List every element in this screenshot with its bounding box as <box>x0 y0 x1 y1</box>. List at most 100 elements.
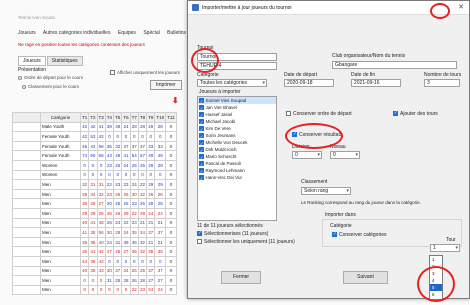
player-list-item[interactable]: Sorin Jeumans <box>198 132 276 139</box>
suivant-button[interactable]: Suivant <box>343 271 388 284</box>
table-row[interactable]: Men 35 38 40 24 31 38 36 32 21 21 0 <box>12 236 177 248</box>
tab-joueurs[interactable]: Joueurs <box>18 56 46 66</box>
table-row[interactable]: Men 30 28 27 20 26 25 23 26 28 28 0 <box>12 198 177 209</box>
table-row[interactable]: Men 26 41 42 27 25 27 36 32 35 35 0 <box>12 246 177 257</box>
select-all-checkbox[interactable]: Sélectionnerises (11 joueurs) <box>197 230 268 237</box>
radio-ordre-depart[interactable]: Ordre de départ pour le cours <box>18 75 83 80</box>
table-row[interactable]: Men 0 0 0 0 0 0 22 23 24 24 0 <box>12 284 177 296</box>
checkbox-icon <box>332 231 337 238</box>
table-row[interactable]: Women 0 0 0 0 0 0 0 0 0 0 0 <box>12 169 177 181</box>
table-row[interactable]: Female Youth 46 43 58 35 32 37 37 37 33 33 0 <box>12 140 177 152</box>
table-cell: 43 <box>88 140 98 152</box>
table-cell: 22 <box>129 207 139 219</box>
player-list-item[interactable]: Sorinel Vies Soupad <box>198 97 276 104</box>
player-list-item[interactable]: Dirk Muldcroich <box>198 146 276 153</box>
table-row[interactable]: Men 40 41 48 26 24 22 23 21 21 21 0 <box>12 217 177 229</box>
date-depart-field[interactable]: 2020-09-18 <box>284 79 334 87</box>
table-cell: 36 <box>129 236 139 248</box>
table-row[interactable]: Men 40 39 43 30 37 34 26 25 37 37 0 <box>12 265 177 277</box>
bg-menu-equipes[interactable]: Equipes <box>118 30 136 36</box>
table-row[interactable]: Men 32 31 31 22 23 23 24 22 29 29 0 <box>12 179 177 190</box>
bg-menu-bulletins[interactable]: Bulletins <box>167 30 186 36</box>
club-field[interactable]: Gbangare <box>332 61 457 69</box>
table-cell: 0 <box>165 275 177 286</box>
player-list-item[interactable]: Hussef Jasiel <box>198 111 276 118</box>
checkbox-icon[interactable] <box>199 119 204 125</box>
table-cell: 0 <box>165 198 177 209</box>
checkbox-icon <box>286 111 291 117</box>
table-row[interactable]: Female Youth 74 60 56 43 49 41 54 57 49 49 0 <box>12 150 177 161</box>
annotation-ring-conserver <box>285 123 343 149</box>
ajouter-tours-checkbox[interactable]: Ajouter des tours <box>393 110 438 117</box>
tab-statistiques[interactable]: Statistiques <box>46 56 83 66</box>
checkbox-icon[interactable] <box>199 154 204 160</box>
table-row[interactable]: Men 0 0 0 31 25 28 26 28 27 27 0 <box>12 275 177 286</box>
table-row[interactable]: Male Youth 42 42 41 38 38 24 28 28 29 28 0 <box>12 121 177 133</box>
tour-select[interactable]: 1 <box>430 244 460 252</box>
table-row[interactable]: Female Youth 42 53 42 0 0 0 0 0 0 0 0 <box>12 131 177 142</box>
table-cell: 23 <box>104 159 115 171</box>
table-cell: 25 <box>113 159 123 171</box>
division-select[interactable]: 0 <box>292 151 322 159</box>
print-button[interactable]: Imprimer <box>150 80 182 90</box>
player-list-item[interactable]: Kim De Vere <box>198 125 276 132</box>
fermer-button[interactable]: Fermer <box>221 271 261 284</box>
table-row[interactable]: Men 44 36 42 0 0 0 0 0 0 0 0 <box>12 255 177 267</box>
table-cell: 29 <box>146 179 156 190</box>
player-list-item[interactable]: Raymond Lehmann <box>198 167 276 174</box>
table-cell: 74 <box>79 150 90 161</box>
player-list-item[interactable]: Pascal de Passoli <box>198 160 276 167</box>
player-list-item[interactable]: Jan Vier Bhavel <box>198 104 276 111</box>
checkbox-icon[interactable] <box>199 105 204 111</box>
classement-select[interactable]: Selon rang <box>301 187 351 195</box>
table-row[interactable]: Men 41 35 56 30 28 24 35 34 37 37 0 <box>12 227 177 238</box>
players-list[interactable]: Sorinel Vies Soupad Jan Vier Bhavel Hussef… <box>197 96 277 221</box>
tours-field[interactable]: 3 <box>424 79 460 87</box>
only-players-checkbox[interactable]: Afficher uniquement les joueurs <box>110 70 180 76</box>
radio-classement[interactable]: Classement pour le cours <box>22 84 79 89</box>
table-cell: Women <box>40 169 81 181</box>
select-only-checkbox[interactable]: Sélectionner les uniquement (11 joueurs) <box>197 239 295 245</box>
table-row[interactable]: Women 0 0 0 23 25 24 25 26 29 29 0 <box>12 159 177 171</box>
player-name: Dirk Muldcroich <box>205 147 237 152</box>
player-list-item[interactable]: Michelle Von Deucek <box>198 139 276 146</box>
bg-menu-joueurs[interactable]: Joueurs <box>18 30 36 36</box>
category-select[interactable]: Toutes les catégories <box>197 79 267 87</box>
bg-menu-autres[interactable]: Autres catégories individuelles <box>43 30 111 36</box>
conserver-categories-checkbox[interactable]: Conserver catégories <box>332 231 387 238</box>
checkbox-icon[interactable] <box>199 133 204 139</box>
table-cell: 0 <box>79 275 90 286</box>
table-cell: 21 <box>154 217 167 229</box>
checkbox-icon[interactable] <box>199 126 204 132</box>
niveau-select[interactable]: 0 <box>330 151 360 159</box>
checkbox-icon[interactable] <box>199 140 204 146</box>
table-cell: 28 <box>154 198 167 209</box>
table-row[interactable]: Men 39 34 32 23 26 26 30 32 26 26 0 <box>12 188 177 200</box>
table-header-row: Catégorie T1 T2 T3 T4 T5 T6 T7 T8 T9 T10 T11 <box>12 112 177 123</box>
table-cell: 38 <box>121 236 131 248</box>
bg-menu-special[interactable]: Spécial <box>143 30 159 36</box>
checkbox-icon[interactable] <box>199 175 204 181</box>
column-header: T6 <box>121 112 131 123</box>
checkbox-icon[interactable] <box>199 168 204 174</box>
player-list-item[interactable]: Hans-Visc Dei Vur <box>198 174 276 181</box>
table-cell: 21 <box>146 217 156 229</box>
table-cell <box>12 159 41 171</box>
checkbox-icon[interactable] <box>199 161 204 167</box>
table-cell: 22 <box>121 217 131 229</box>
conserver-ordre-checkbox[interactable]: Conserver ordre de départ <box>286 111 352 117</box>
player-name: Hans-Visc Dei Vur <box>205 175 243 180</box>
checkbox-icon[interactable] <box>199 112 204 118</box>
table-row[interactable]: Men 29 29 26 26 26 29 22 29 24 24 0 <box>12 207 177 219</box>
checkbox-icon[interactable] <box>199 147 204 153</box>
player-list-item[interactable]: Michael Jacobi <box>198 118 276 125</box>
date-fin-field[interactable]: 2021-09-16 <box>351 79 401 87</box>
table-cell: 26 <box>113 207 123 219</box>
table-cell: 35 <box>104 140 115 152</box>
close-icon[interactable]: ✕ <box>456 3 466 13</box>
dropdown-option[interactable]: 1 <box>430 256 442 263</box>
checkbox-icon[interactable] <box>199 98 204 104</box>
player-list-item[interactable]: Mario Schoscht <box>198 153 276 160</box>
players-label: Joueurs à importer <box>198 89 242 95</box>
table-cell: 24 <box>104 236 115 248</box>
